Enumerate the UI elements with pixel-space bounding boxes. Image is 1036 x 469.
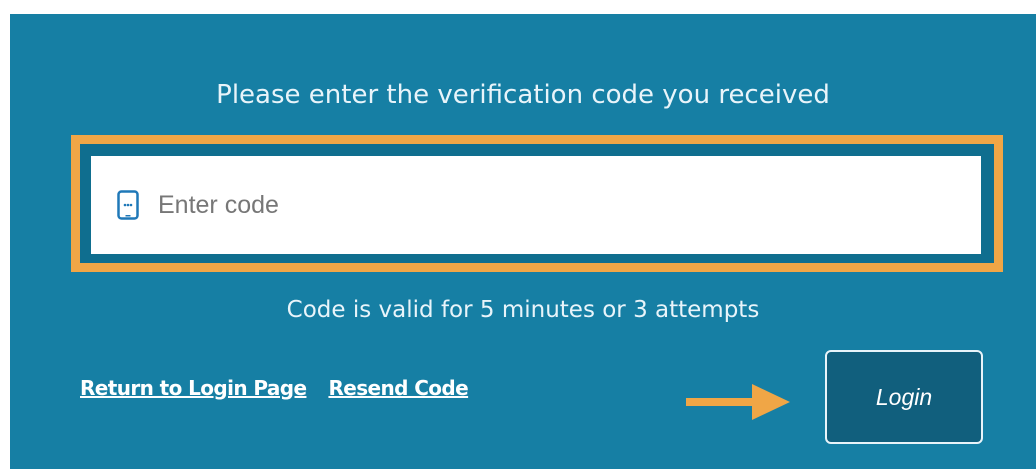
- login-button[interactable]: Login: [825, 350, 983, 444]
- code-field[interactable]: [91, 156, 981, 254]
- verification-prompt: Please enter the verification code you r…: [216, 80, 830, 110]
- resend-code-link[interactable]: Resend Code: [328, 376, 468, 400]
- code-input[interactable]: [158, 175, 918, 235]
- return-to-login-link[interactable]: Return to Login Page: [80, 376, 307, 400]
- code-validity-note: Code is valid for 5 minutes or 3 attempt…: [286, 297, 760, 323]
- arrow-right-icon: [686, 384, 790, 420]
- mobile-phone-icon: [116, 189, 140, 221]
- verification-panel: Please enter the verification code you r…: [10, 14, 1036, 469]
- form-links: Return to Login Page Resend Code: [80, 376, 469, 400]
